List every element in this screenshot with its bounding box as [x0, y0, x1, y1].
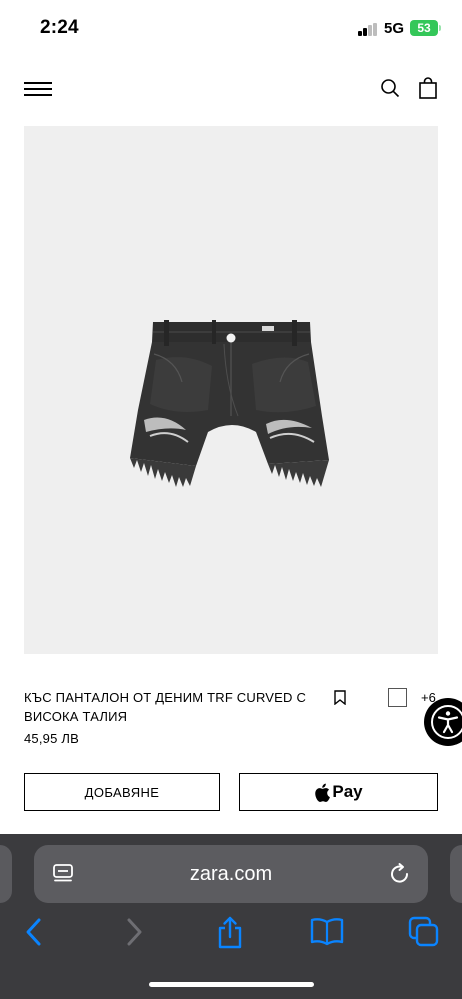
- home-indicator: [149, 982, 314, 987]
- accessibility-button[interactable]: [424, 698, 462, 746]
- network-type: 5G: [384, 20, 405, 37]
- cellular-signal-icon: [358, 23, 378, 36]
- status-bar: 2:24 5G 53: [0, 0, 462, 56]
- product-price: 45,95 ЛВ: [24, 731, 79, 746]
- product-image[interactable]: [24, 126, 462, 746]
- back-icon[interactable]: [24, 916, 44, 948]
- apple-logo-icon: [315, 783, 331, 802]
- url-text: zara.com: [189, 863, 273, 885]
- color-swatch[interactable]: [388, 688, 407, 707]
- bookmarks-icon[interactable]: [310, 916, 344, 948]
- accessibility-icon: [431, 705, 462, 739]
- denim-shorts-image: [130, 320, 329, 487]
- tabs-icon[interactable]: [408, 916, 440, 948]
- battery-tip: [439, 25, 441, 31]
- add-to-cart-button[interactable]: ДОБАВЯНЕ: [24, 773, 220, 811]
- forward-icon[interactable]: [124, 916, 144, 948]
- battery-level: 53: [417, 21, 431, 35]
- next-tab-preview[interactable]: [450, 845, 462, 903]
- share-icon[interactable]: [215, 916, 245, 949]
- apple-pay-label: Pay: [332, 782, 363, 801]
- apple-pay-button[interactable]: Pay: [239, 773, 438, 811]
- reload-icon[interactable]: [388, 862, 412, 886]
- battery-icon: 53: [410, 20, 438, 36]
- address-bar[interactable]: zara.com: [34, 845, 428, 903]
- product-name[interactable]: КЪС ПАНТАЛОН ОТ ДЕНИМ TRF CURVED С ВИСОК…: [24, 688, 329, 726]
- browser-toolbar: zara.com: [0, 834, 462, 999]
- shopping-bag-icon[interactable]: [418, 77, 438, 99]
- search-icon[interactable]: [380, 78, 400, 98]
- previous-tab-preview[interactable]: [0, 845, 12, 903]
- hamburger-menu-icon[interactable]: [24, 82, 52, 96]
- status-time: 2:24: [40, 17, 79, 38]
- more-colors-count[interactable]: +6: [421, 690, 436, 705]
- bookmark-icon[interactable]: [333, 690, 347, 706]
